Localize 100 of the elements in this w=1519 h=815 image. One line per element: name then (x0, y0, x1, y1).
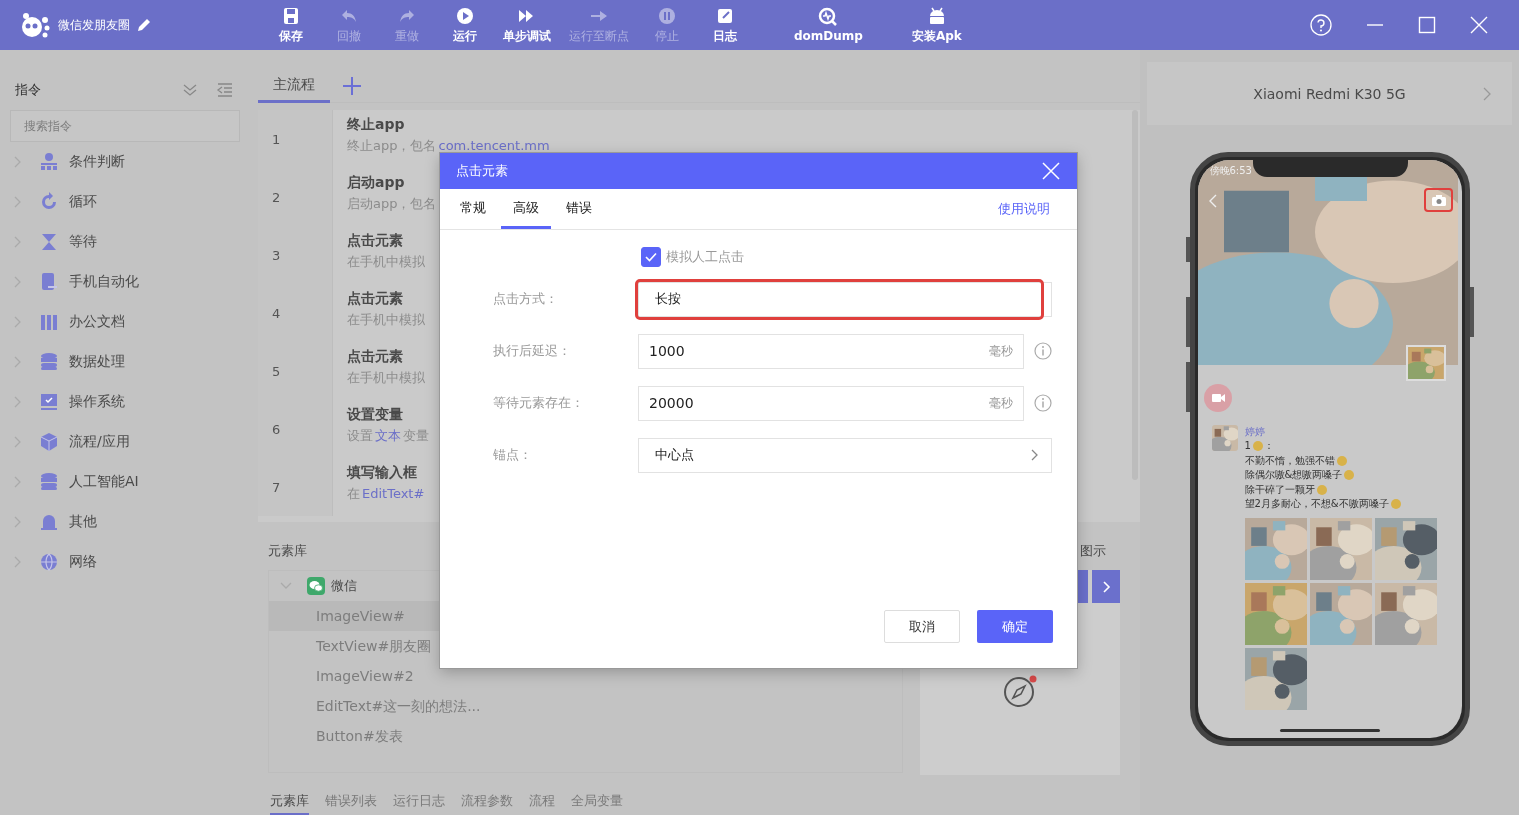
link[interactable]: com.tencent.mm (438, 138, 550, 153)
command-category[interactable]: 数据处理 (10, 342, 240, 382)
step-description: 在 EditText# (347, 485, 426, 503)
search-icon (818, 7, 839, 27)
bottom-tab[interactable]: 元素库 (270, 789, 309, 815)
close-icon[interactable] (1042, 162, 1060, 180)
step-description: 在手机中模拟 (347, 369, 425, 387)
toolbar-button[interactable]: 保存 (271, 1, 311, 49)
chevron-right-icon (12, 515, 22, 529)
phone-icon (39, 272, 59, 292)
cube-icon (39, 432, 59, 452)
bottom-tab[interactable]: 流程 (529, 789, 555, 815)
command-category[interactable]: 循环 (10, 182, 240, 222)
chevron-right-icon (12, 195, 22, 209)
help-icon[interactable] (1310, 14, 1332, 36)
chevron-right-icon (12, 435, 22, 449)
command-category[interactable]: 办公文档 (10, 302, 240, 342)
globe-icon (39, 552, 59, 572)
chevron-right-icon[interactable] (1482, 85, 1492, 102)
line-number: 1 (258, 110, 332, 168)
field-label: 等待元素存在： (493, 394, 585, 412)
toolbar-button[interactable]: domDump (794, 3, 863, 47)
field-label: 执行后延迟： (493, 342, 572, 360)
toolbar-button[interactable]: 安装Apk (911, 1, 962, 49)
section-title: 图示 (1080, 542, 1106, 560)
toolbar-button[interactable]: 单步调试 (503, 1, 551, 49)
bottom-tab[interactable]: 全局变量 (571, 789, 623, 815)
post-text: 除偶尔嗷&想嗷两嗓子 (1244, 468, 1343, 482)
add-icon[interactable] (342, 76, 362, 96)
select-field[interactable]: 长按 (638, 281, 1052, 317)
tree-node[interactable]: 微信 (269, 571, 902, 601)
link[interactable]: EditText# (362, 486, 425, 501)
post-text: 望2月多耐心，不想&不嗷两嗓子 (1244, 497, 1389, 511)
chevron-right-icon (12, 275, 22, 289)
collapse-all-icon[interactable] (182, 82, 198, 98)
post-text: 除干碎了一颗牙 (1244, 482, 1315, 497)
input-field[interactable]: 20000 毫秒 (638, 385, 1024, 421)
compass-icon[interactable] (1004, 675, 1038, 709)
command-category[interactable]: 等待 (10, 222, 240, 262)
command-category[interactable]: 手机自动化 (10, 262, 240, 302)
database-icon (39, 352, 59, 372)
info-icon[interactable] (1034, 342, 1052, 360)
checkbox[interactable] (641, 247, 661, 267)
edit-icon[interactable] (136, 17, 152, 33)
monitor-icon (39, 392, 59, 412)
author-name[interactable]: 婷婷 (1244, 425, 1437, 439)
unit-label: 毫秒 (989, 394, 1013, 412)
bottom-tab[interactable]: 错误列表 (325, 789, 377, 815)
bottom-tab[interactable]: 流程参数 (461, 789, 513, 815)
flow-tab[interactable]: 主流程 (258, 69, 330, 103)
bottom-tab[interactable]: 运行日志 (393, 789, 445, 815)
chat-bubbles-icon (307, 577, 325, 595)
select-field[interactable]: 中心点 (638, 437, 1052, 473)
step-title: 点击元素 (347, 347, 403, 366)
info-icon[interactable] (1034, 394, 1052, 412)
tree-icon (39, 152, 59, 172)
dialog-tab[interactable]: 常规 (448, 189, 498, 229)
play-icon (455, 5, 475, 26)
video-icon[interactable] (1203, 384, 1232, 412)
chevron-right-icon (12, 235, 22, 249)
input-field[interactable]: 1000 毫秒 (638, 333, 1024, 369)
toolbar-button[interactable]: 运行 (445, 1, 485, 49)
robot-logo-icon (20, 12, 50, 38)
chevron-right-icon (12, 555, 22, 569)
fold-menu-icon[interactable] (216, 82, 234, 98)
line-number: 2 (258, 168, 332, 226)
close-icon[interactable] (1470, 16, 1488, 34)
line-number: 7 (258, 458, 332, 516)
confirm-button[interactable]: 确定 (977, 610, 1053, 643)
alarm-icon (39, 512, 59, 532)
books-icon (39, 312, 59, 332)
step-title: 点击元素 (347, 289, 403, 308)
database-icon (39, 472, 59, 492)
command-category[interactable]: 操作系统 (10, 382, 240, 422)
command-category[interactable]: 人工智能AI (10, 462, 240, 502)
chevron-right-icon (12, 475, 22, 489)
next-button[interactable] (1092, 570, 1120, 603)
device-name: Xiaomi Redmi K30 5G (1253, 85, 1406, 102)
command-category[interactable]: 流程/应用 (10, 422, 240, 462)
post-text: ： (1263, 439, 1274, 453)
checkbox-label: 模拟人工点击 (666, 248, 744, 266)
maximize-icon[interactable] (1418, 16, 1436, 34)
command-category[interactable]: 其他 (10, 502, 240, 542)
toolbar-button[interactable]: 日志 (705, 1, 745, 49)
chevron-right-icon (1101, 579, 1111, 594)
dialog-tab[interactable]: 高级 (501, 189, 551, 229)
loop-icon (39, 192, 59, 212)
dialog-tab[interactable]: 错误 (554, 189, 604, 229)
link[interactable]: 文本 (375, 428, 401, 443)
help-link[interactable]: 使用说明 (998, 200, 1050, 218)
chevron-right-icon (1029, 448, 1039, 462)
search-field[interactable]: 搜索指令 (10, 110, 240, 142)
cancel-button[interactable]: 取消 (884, 610, 960, 643)
unit-label: 毫秒 (989, 342, 1013, 360)
command-category[interactable]: 网络 (10, 542, 240, 582)
check-icon (645, 252, 657, 262)
app-title: 微信发朋友圈 (58, 16, 130, 34)
step-title: 启动app (347, 173, 405, 192)
command-category[interactable]: 条件判断 (10, 142, 240, 182)
line-number: 5 (258, 342, 332, 400)
